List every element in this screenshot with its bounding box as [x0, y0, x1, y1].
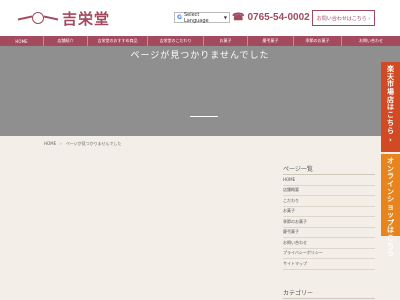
sidebar-title: ページ一覧: [283, 162, 375, 175]
sidebar-item-sitemap[interactable]: サイトマップ: [283, 259, 375, 270]
sidebar-item-store-overview[interactable]: 店舗概要: [283, 186, 375, 196]
site-header: 吉栄堂 G Select Language ▼ ☎ 0765-54-0002 お…: [0, 0, 400, 36]
title-underline: [190, 116, 218, 117]
sidebar-item-commitment[interactable]: こだわり: [283, 196, 375, 207]
breadcrumb-separator: ›: [60, 141, 62, 146]
chevron-right-icon: ›: [389, 136, 392, 145]
nav-item-ceremonial-sweets[interactable]: 慶弔菓子: [248, 36, 294, 46]
banner-char: ら: [387, 126, 394, 135]
banner-char: ら: [387, 249, 394, 258]
nav-item-store[interactable]: 店舗紹介: [44, 36, 88, 46]
contact-button[interactable]: お問い合わせはこちら ›: [312, 10, 375, 26]
nav-item-recommended[interactable]: 吉栄堂のおすすめ商品: [88, 36, 148, 46]
logo-emblem-icon: [18, 11, 58, 25]
nav-item-commitment[interactable]: 吉栄堂のこだわり: [148, 36, 204, 46]
phone-icon: ☎: [232, 11, 245, 23]
sidebar-item-privacy-policy[interactable]: プライバシーポリシー: [283, 249, 375, 259]
sidebar: ページ一覧 HOME 店舗概要 こだわり お菓子 季節のお菓子 慶弔菓子 お問い…: [283, 162, 375, 299]
sidebar-item-sweets[interactable]: お菓子: [283, 207, 375, 217]
logo-text: 吉栄堂: [62, 9, 111, 28]
nav-item-sweets[interactable]: お菓子: [204, 36, 248, 46]
phone-number[interactable]: ☎ 0765-54-0002: [232, 10, 310, 24]
breadcrumb: HOME › ページが見つかりませんでした: [44, 141, 121, 147]
main-nav: HOME 店舗紹介 吉栄堂のおすすめ商品 吉栄堂のこだわり お菓子 慶弔菓子 季…: [0, 36, 400, 46]
sidebar-item-home[interactable]: HOME: [283, 175, 375, 186]
online-shop-banner[interactable]: オ ン ラ イ ン シ ョ ッ プ は こ ち ら: [381, 154, 400, 257]
breadcrumb-current: ページが見つかりませんでした: [65, 141, 122, 146]
breadcrumb-home-link[interactable]: HOME: [44, 141, 56, 146]
nav-item-contact[interactable]: お問い合わせ: [342, 36, 400, 46]
sidebar-item-seasonal-sweets[interactable]: 季節のお菓子: [283, 217, 375, 228]
nav-item-seasonal-sweets[interactable]: 季節のお菓子: [294, 36, 342, 46]
language-select-label: Select Language: [183, 11, 209, 24]
site-logo[interactable]: 吉栄堂: [18, 7, 118, 29]
phone-number-text: 0765-54-0002: [247, 11, 310, 23]
chevron-down-icon: ▼: [223, 15, 227, 20]
sidebar-item-contact[interactable]: お問い合わせ: [283, 238, 375, 249]
sidebar-item-ceremonial-sweets[interactable]: 慶弔菓子: [283, 228, 375, 238]
page-list: HOME 店舗概要 こだわり お菓子 季節のお菓子 慶弔菓子 お問い合わせ プラ…: [283, 175, 375, 270]
nav-item-home[interactable]: HOME: [0, 36, 44, 46]
page-title: ページが見つかりませんでした: [130, 51, 270, 61]
language-select[interactable]: G Select Language ▼: [174, 11, 230, 24]
category-title: カテゴリー: [283, 286, 375, 299]
rakuten-store-banner[interactable]: 楽 天 市 場 店 は こ ち ら ›: [381, 62, 400, 152]
google-icon: G: [177, 14, 182, 21]
